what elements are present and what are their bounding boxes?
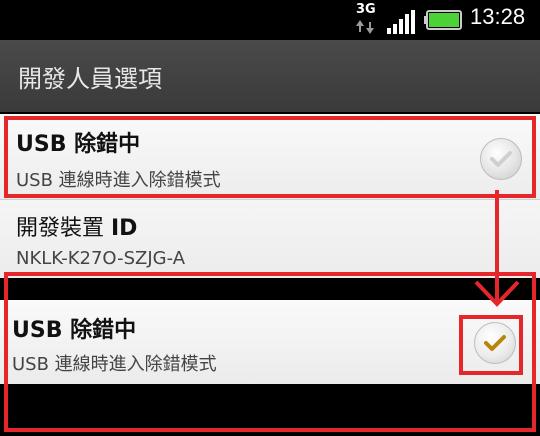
pref-usb-debugging[interactable]: USB 除錯中 USB 連線時進入除錯模式	[0, 114, 540, 200]
page-title: 開發人員選項	[18, 65, 162, 93]
check-icon	[490, 151, 512, 167]
data-arrows-icon	[356, 20, 374, 34]
pref-usb-debugging-checked[interactable]: USB 除錯中 USB 連線時進入除錯模式	[0, 300, 540, 384]
status-bar: 3G 13:28	[0, 0, 540, 40]
network-indicator: 3G	[356, 2, 380, 36]
pref-summary: NKLK-K27O-SZJG-A	[16, 248, 186, 269]
pref-title: USB 除錯中	[16, 126, 140, 158]
pref-title-rest: ID	[111, 216, 138, 241]
title-bar: 開發人員選項	[0, 40, 540, 112]
checkbox-unchecked[interactable]	[480, 138, 522, 180]
clock: 13:28	[470, 4, 526, 29]
check-icon	[484, 335, 506, 351]
pref-title-prefix: USB	[12, 318, 63, 343]
pref-summary: USB 連線時進入除錯模式	[12, 354, 217, 375]
pref-title: 開發裝置 ID	[16, 210, 137, 242]
pref-title-rest: 除錯中	[62, 318, 137, 343]
pref-summary: USB 連線時進入除錯模式	[16, 170, 221, 191]
pref-title: USB 除錯中	[12, 312, 136, 344]
pref-title-prefix: USB	[16, 132, 67, 157]
network-type-label: 3G	[356, 2, 376, 17]
pref-title-prefix: 開發裝置	[16, 216, 111, 241]
checkbox-checked[interactable]	[474, 322, 516, 364]
pref-device-id[interactable]: 開發裝置 ID NKLK-K27O-SZJG-A	[0, 200, 540, 278]
pref-title-rest: 除錯中	[66, 132, 141, 157]
battery-icon	[424, 10, 462, 30]
signal-strength-icon	[387, 10, 415, 34]
